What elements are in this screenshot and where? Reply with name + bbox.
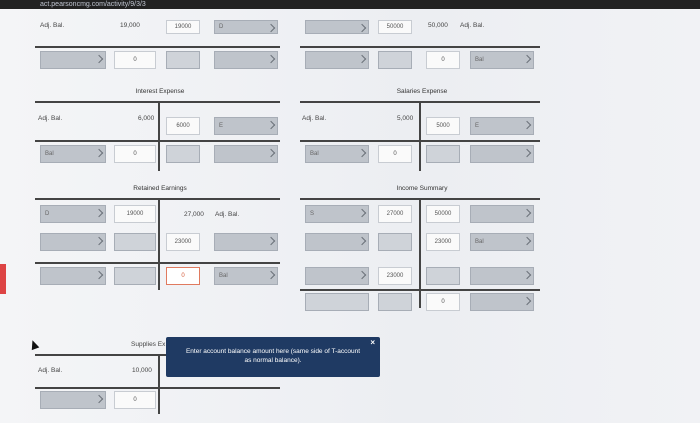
debit-input-2[interactable] <box>378 233 412 251</box>
account-title: Supplies Ex <box>131 341 166 348</box>
debit-dropdown-3[interactable] <box>305 267 369 285</box>
balance-input-left[interactable] <box>114 267 156 285</box>
adj-bal-label: Adj. Bal. <box>40 22 65 29</box>
credit-account-dropdown[interactable] <box>470 205 534 223</box>
empty-dropdown[interactable] <box>214 145 278 163</box>
balance-line <box>35 387 280 389</box>
credit-amount-input[interactable]: 6000 <box>166 117 200 135</box>
adj-bal-label: Adj. Bal. <box>302 115 327 122</box>
balance-right: 50,000 <box>428 22 448 29</box>
balance-input[interactable]: 0 <box>378 145 412 163</box>
balance-dropdown[interactable]: Bal <box>40 145 106 163</box>
account-title: Retained Earnings <box>133 185 187 192</box>
debit-input-2[interactable] <box>114 233 156 251</box>
row2-left-input[interactable]: 0 <box>114 51 156 69</box>
balance-dropdown[interactable]: Bal <box>305 145 369 163</box>
t-bar-right <box>300 46 540 48</box>
t-stem <box>158 354 160 414</box>
credit-account-dropdown[interactable]: E <box>214 117 278 135</box>
debit-account-dropdown[interactable]: S <box>305 205 369 223</box>
left-edge-marker <box>0 264 6 294</box>
debit-input-3[interactable]: 23000 <box>378 267 412 285</box>
adj-bal-label: Adj. Bal. <box>38 115 63 122</box>
credit-amount-input[interactable]: 23000 <box>166 233 200 251</box>
credit-amount-input[interactable]: 5000 <box>426 117 460 135</box>
account-title: Salaries Expense <box>396 88 448 95</box>
debit-account-dropdown[interactable]: D <box>40 205 106 223</box>
balance-dropdown[interactable] <box>40 391 106 409</box>
balance-value: 10,000 <box>132 367 152 374</box>
credit-input-2[interactable]: 23000 <box>426 233 460 251</box>
debit-amount-input[interactable]: 19000 <box>166 20 200 34</box>
balance-input[interactable]: 0 <box>114 391 156 409</box>
debit-dropdown-2[interactable] <box>40 233 106 251</box>
t-bar <box>35 46 280 48</box>
row2-right-input[interactable]: 0 <box>426 51 460 69</box>
url-text: act.pearsoncmg.com/activity/9/3/3 <box>40 1 146 8</box>
row2-left-dropdown[interactable] <box>40 51 106 69</box>
balance-line <box>300 289 540 291</box>
balance-dropdown-right[interactable] <box>470 293 534 311</box>
account-title: Income Summary <box>396 185 448 192</box>
tooltip-line-1: Enter account balance amount here (same … <box>185 348 361 355</box>
balance-line <box>35 262 280 264</box>
debit-dropdown-2[interactable] <box>305 233 369 251</box>
account-dropdown[interactable]: D <box>214 20 278 34</box>
row2-dropdown[interactable] <box>214 51 278 69</box>
t-stem <box>419 101 421 171</box>
close-icon[interactable]: × <box>370 338 375 347</box>
balance-value: 5,000 <box>397 115 414 122</box>
t-stem <box>158 101 160 171</box>
credit-amount-input[interactable]: 50000 <box>426 205 460 223</box>
balance-left: 19,000 <box>120 22 140 29</box>
balance-dropdown-left[interactable] <box>305 293 369 311</box>
row2-right-dropdown[interactable]: Bal <box>470 51 534 69</box>
row2-input-r1[interactable] <box>378 51 412 69</box>
page: Adj. Bal. 19,000 19000 D 50000 50,000 Ad… <box>0 9 700 423</box>
empty-input[interactable] <box>426 145 460 163</box>
account-dropdown-right[interactable] <box>305 20 369 34</box>
balance-input-right[interactable]: 0 <box>426 293 460 311</box>
row2-dropdown-r1[interactable] <box>305 51 369 69</box>
debit-amount-input[interactable]: 27000 <box>378 205 412 223</box>
balance-input-left[interactable] <box>378 293 412 311</box>
instruction-tooltip: × Enter account balance amount here (sam… <box>166 337 380 377</box>
balance-input[interactable]: 0 <box>114 145 156 163</box>
empty-input[interactable] <box>166 145 200 163</box>
account-title: Interest Expense <box>135 88 185 95</box>
empty-dropdown[interactable] <box>470 145 534 163</box>
browser-address-bar[interactable]: act.pearsoncmg.com/activity/9/3/3 <box>0 0 700 9</box>
credit-input-3[interactable] <box>426 267 460 285</box>
credit-dropdown-2[interactable]: Bal <box>470 233 534 251</box>
credit-amount-input[interactable]: 50000 <box>378 20 412 34</box>
balance-line <box>300 140 540 142</box>
balance-line <box>35 140 280 142</box>
credit-account-dropdown[interactable] <box>214 233 278 251</box>
balance-dropdown[interactable]: Bal <box>214 267 278 285</box>
credit-dropdown-3[interactable] <box>470 267 534 285</box>
balance-dropdown-left[interactable] <box>40 267 106 285</box>
credit-account-dropdown[interactable]: E <box>470 117 534 135</box>
t-stem <box>158 198 160 290</box>
debit-amount-input[interactable]: 19000 <box>114 205 156 223</box>
tooltip-line-2: as normal balance). <box>244 357 302 364</box>
balance-value: 27,000 <box>184 211 204 218</box>
balance-value: 6,000 <box>138 115 155 122</box>
adj-bal-label: Adj. Bal. <box>215 211 240 218</box>
row2-input[interactable] <box>166 51 200 69</box>
balance-input-active[interactable]: 0 <box>166 267 200 285</box>
t-stem <box>419 198 421 308</box>
adj-bal-label: Adj. Bal. <box>38 367 63 374</box>
adj-bal-label-right: Adj. Bal. <box>460 22 485 29</box>
mouse-cursor <box>28 338 40 351</box>
